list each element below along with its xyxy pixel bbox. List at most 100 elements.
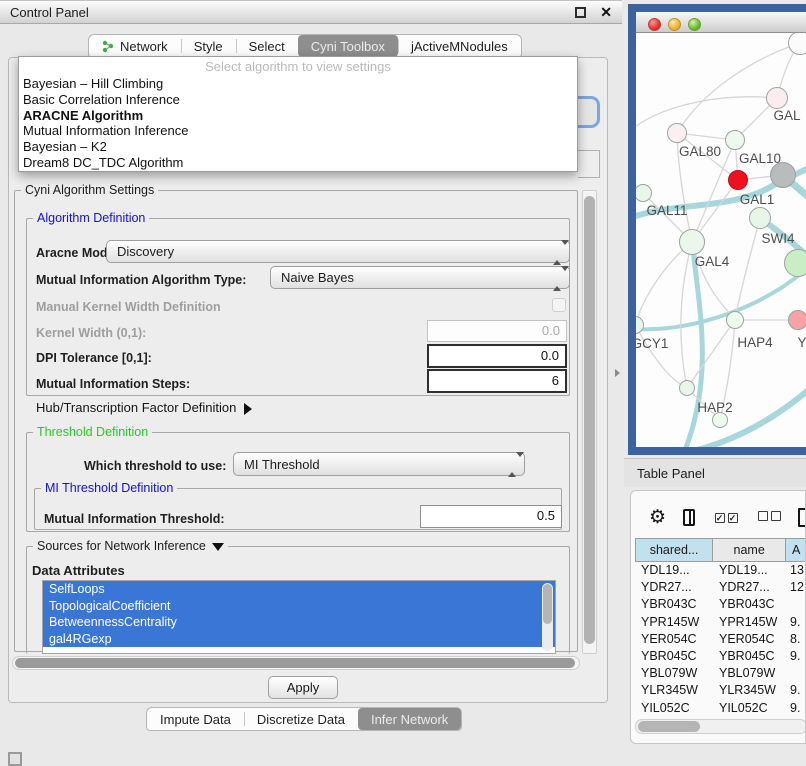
settings-horizontal-scrollbar[interactable] xyxy=(12,656,580,670)
mi-algorithm-type-select[interactable]: Naive Bayes xyxy=(270,266,570,289)
table-row[interactable]: YER054CYER054C8. xyxy=(635,631,806,648)
node-label: GAL4 xyxy=(695,254,730,269)
list-item[interactable]: gal4RGexp xyxy=(43,631,555,648)
dpi-tolerance-field[interactable]: 0.0 xyxy=(427,344,567,368)
float-window-icon[interactable] xyxy=(575,7,586,18)
list-scrollbar[interactable] xyxy=(542,583,553,651)
node-hap4[interactable] xyxy=(726,311,744,329)
gear-icon[interactable]: ⚙ xyxy=(649,506,666,529)
network-icon xyxy=(102,40,115,53)
table-panel-title: Table Panel xyxy=(637,466,705,481)
menu-item-bayesian-k2[interactable]: Bayesian – K2 xyxy=(19,139,577,155)
tab-jactivemnodules[interactable]: jActiveMNodules xyxy=(398,35,521,57)
table-row[interactable]: YDL19...YDL19...13 xyxy=(635,562,806,579)
data-attributes-list[interactable]: SelfLoops TopologicalCoefficient Between… xyxy=(42,580,556,654)
panel-title: Control Panel xyxy=(10,5,575,20)
node-gal80[interactable] xyxy=(667,123,687,143)
kernel-width-field[interactable]: 0.0 xyxy=(427,320,567,342)
list-item[interactable]: BetweennessCentrality xyxy=(43,614,555,631)
splitter-handle-icon[interactable] xyxy=(615,369,620,377)
node-gal1-red[interactable] xyxy=(728,170,748,190)
table-row[interactable]: YLR345WYLR345W9. xyxy=(635,682,806,699)
which-threshold-select[interactable]: MI Threshold xyxy=(233,452,525,476)
threshold-definition-title: Threshold Definition xyxy=(33,425,152,439)
tab-style[interactable]: Style xyxy=(181,35,236,57)
hub-section-toggle[interactable]: Hub/Transcription Factor Definition xyxy=(36,400,252,415)
columns-icon[interactable] xyxy=(683,509,694,526)
settings-vertical-scrollbar[interactable] xyxy=(582,190,597,654)
kernel-width-label: Kernel Width (0,1): xyxy=(36,326,146,340)
menu-item-bayesian-hill-climbing[interactable]: Bayesian – Hill Climbing xyxy=(19,76,577,92)
table-row[interactable]: YIL052CYIL052C9. xyxy=(635,700,806,715)
column-header-shared-name[interactable]: shared... xyxy=(636,539,713,561)
node-swi4[interactable] xyxy=(749,207,771,229)
node-gal10[interactable] xyxy=(725,130,745,150)
tab-infer-network[interactable]: Infer Network xyxy=(358,708,461,730)
network-canvas[interactable]: GAL GAL80 GAL10 GAL1 GAL11 SWI4 GAL4 GCY… xyxy=(636,33,806,447)
node-label: SWI4 xyxy=(761,231,794,246)
table-row[interactable]: YPR145WYPR145W9. xyxy=(635,614,806,631)
tab-impute-data[interactable]: Impute Data xyxy=(147,708,244,730)
table-row[interactable]: YBR045CYBR045C9. xyxy=(635,648,806,665)
minimized-panel-icon[interactable] xyxy=(8,752,22,766)
node-label: GCY1 xyxy=(636,336,668,351)
control-panel-titlebar: Control Panel ✕ xyxy=(0,0,622,24)
sources-title[interactable]: Sources for Network Inference xyxy=(33,539,228,553)
column-header-third[interactable]: A xyxy=(786,539,806,561)
column-header-name[interactable]: name xyxy=(713,539,786,561)
node-label: GAL80 xyxy=(679,144,721,159)
node-label: GAL1 xyxy=(740,192,775,207)
deselect-all-icon[interactable] xyxy=(755,508,781,526)
menu-item-mutual-information[interactable]: Mutual Information Inference xyxy=(19,123,577,139)
node-gal4[interactable] xyxy=(679,229,705,255)
table-toolbar: ⚙ ✓✓ xyxy=(631,501,806,533)
tab-select[interactable]: Select xyxy=(236,35,298,57)
table-horizontal-scrollbar[interactable] xyxy=(635,719,806,734)
menu-item-dream8[interactable]: Dream8 DC_TDC Algorithm xyxy=(19,155,577,171)
mac-close-button[interactable] xyxy=(648,18,661,31)
tab-discretize-data[interactable]: Discretize Data xyxy=(244,708,358,730)
node-green-large[interactable] xyxy=(784,249,806,277)
mac-minimize-button[interactable] xyxy=(668,18,681,31)
table-row[interactable]: YBR043CYBR043C xyxy=(635,596,806,613)
stepper-arrows-icon xyxy=(508,457,516,472)
node-salmon[interactable] xyxy=(788,310,806,330)
network-window-titlebar[interactable] xyxy=(636,12,806,33)
expand-right-icon xyxy=(244,403,252,415)
table-header: shared... name A xyxy=(635,538,806,562)
network-view-window: GAL GAL80 GAL10 GAL1 GAL11 SWI4 GAL4 GCY… xyxy=(628,4,806,455)
algorithm-dropdown-prompt: Select algorithm to view settings xyxy=(19,57,577,76)
node-hap2[interactable] xyxy=(679,380,695,396)
apply-button[interactable]: Apply xyxy=(268,676,338,699)
algorithm-definition-title: Algorithm Definition xyxy=(33,211,149,225)
node-label: Y xyxy=(797,335,806,350)
tab-network-label: Network xyxy=(120,39,168,54)
menu-item-aracne[interactable]: ARACNE Algorithm xyxy=(19,108,577,124)
node-gal-pink[interactable] xyxy=(766,87,788,109)
mi-steps-field[interactable]: 6 xyxy=(427,369,567,393)
list-item[interactable]: SelfLoops xyxy=(43,581,555,598)
select-all-icon[interactable]: ✓✓ xyxy=(712,508,738,526)
tab-network[interactable]: Network xyxy=(89,35,181,57)
manual-kernel-width-checkbox[interactable] xyxy=(552,298,566,312)
table-row[interactable]: YBL079WYBL079W xyxy=(635,665,806,682)
table-panel-titlebar: Table Panel xyxy=(624,458,806,487)
aracne-mode-select[interactable]: Discovery xyxy=(106,240,570,263)
dpi-tolerance-label: DPI Tolerance [0,1]: xyxy=(36,351,152,365)
table-panel: ⚙ ✓✓ shared... name A YDL19...YDL19...13… xyxy=(630,490,806,744)
table-row[interactable]: YDR27...YDR27...12 xyxy=(635,579,806,596)
stepper-arrows-icon xyxy=(553,271,561,286)
document-icon[interactable] xyxy=(798,508,806,527)
stepper-arrows-icon xyxy=(553,245,561,260)
mi-steps-label: Mutual Information Steps: xyxy=(36,377,190,391)
cyni-settings-title: Cyni Algorithm Settings xyxy=(21,183,158,197)
node-label: GAL xyxy=(773,108,800,123)
mac-zoom-button[interactable] xyxy=(688,18,701,31)
close-icon[interactable]: ✕ xyxy=(600,7,612,18)
node-label: GAL11 xyxy=(646,203,687,218)
menu-item-basic-correlation[interactable]: Basic Correlation Inference xyxy=(19,92,577,108)
list-item[interactable]: TopologicalCoefficient xyxy=(43,598,555,615)
data-attributes-label: Data Attributes xyxy=(32,563,125,578)
mi-threshold-field[interactable]: 0.5 xyxy=(420,505,562,528)
tab-cyni-toolbox[interactable]: Cyni Toolbox xyxy=(298,35,398,57)
